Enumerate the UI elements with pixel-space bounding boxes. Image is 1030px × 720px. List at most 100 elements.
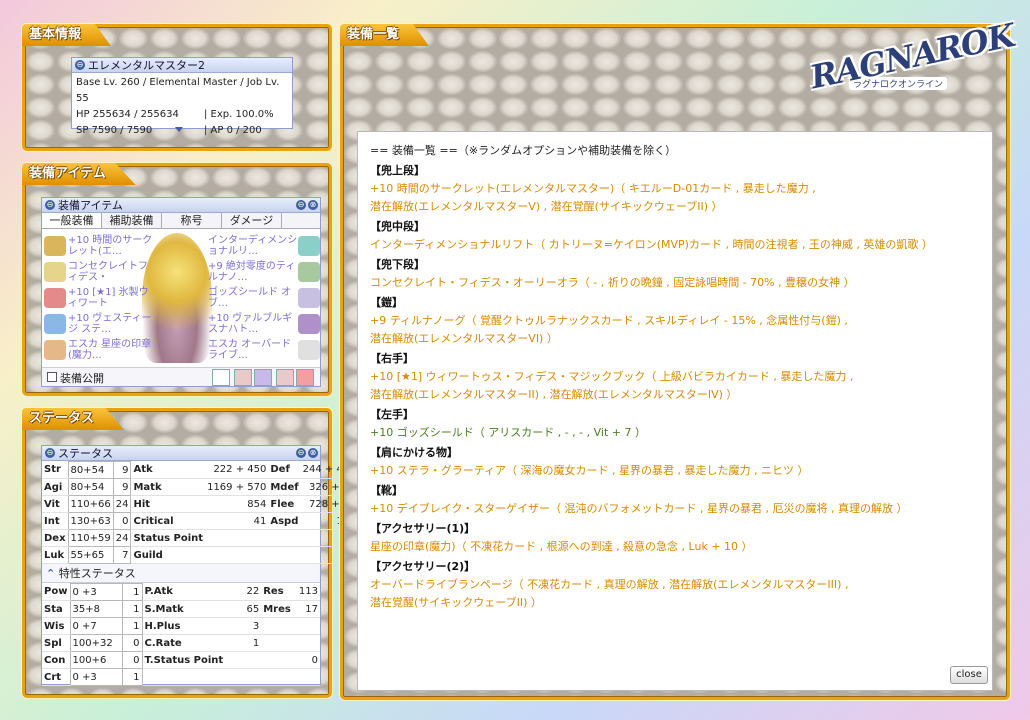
stat-value: 0 +7: [69, 617, 123, 635]
stat-bonus: 24: [112, 529, 132, 547]
stat-label: C.Rate: [142, 634, 226, 652]
equip-list-window: == 装備一覧 ==（※ランダムオプションや補助装備を除く） 【兜上段】 +10 …: [357, 131, 993, 691]
stat-value: 1169 + 570: [205, 478, 269, 496]
stat-bonus: 0: [112, 512, 132, 530]
minimize-icon[interactable]: ⊖: [45, 200, 55, 210]
stat-value: [293, 668, 320, 686]
minimize-icon[interactable]: ⊖: [75, 60, 85, 70]
equip-detail-line[interactable]: 星座の印章(魔力)（ 不凍花カード , 根源への到達 , 殺意の急念 , Luk…: [370, 538, 982, 556]
equip-detail-line[interactable]: +10 ゴッズシールド（ アリスカード , - , - , Vit + 7 ）: [370, 424, 982, 442]
minimize-icon[interactable]: ⊖: [296, 200, 306, 210]
minimize-icon[interactable]: ⊖: [296, 448, 306, 458]
equip-detail-line[interactable]: 潜在覚醒(サイキックウェーブII) ）: [370, 594, 982, 612]
stat-bonus: 1: [121, 583, 143, 601]
status-window-title: ステータス: [58, 447, 113, 460]
stat-label: Mres: [261, 600, 294, 618]
status-panel: ステータス ⊖ ステータス ⊖ ⊗ Str 80+54 9 Atk 222 + 450 Def…: [22, 408, 358, 698]
tab-title[interactable]: 称号: [162, 213, 222, 228]
tab-support-equip[interactable]: 補助装備: [102, 213, 162, 228]
equip-slot-head-mid[interactable]: インターディメンショナルリ…: [208, 233, 320, 259]
item-icon: [44, 262, 66, 282]
basic-info-window-bar[interactable]: ⊖ エレメンタルマスター2: [72, 58, 292, 73]
stat-value: 3: [225, 617, 262, 635]
equip-slot-accessory-1[interactable]: エスカ 星座の印章(魔力…: [44, 337, 154, 363]
item-icon: [298, 288, 320, 308]
stat-value: [293, 634, 320, 652]
equip-item-panel: 装備アイテム ⊖ 装備アイテム ⊖ ⊗ 一般装備 補助装備 称号 ダメージ +10 時間の…: [22, 163, 332, 396]
equip-detail-line[interactable]: +10 デイブレイク・スターゲイザー（ 混沌のバフォメットカード , 星界の暴君…: [370, 500, 982, 518]
equip-slot-armor[interactable]: +9 絶対零度のティルナノ…: [208, 259, 320, 285]
stat-name: Int: [42, 512, 69, 530]
equip-slot-weapon[interactable]: +10 [★1] 氷製ウィワート: [44, 285, 154, 311]
equip-slot-heading: 【兜中段】: [370, 220, 425, 233]
equip-detail-line[interactable]: +10 ステラ・グラーティア（ 深海の魔女カード , 星界の暴君 , 暴走した魔…: [370, 462, 982, 480]
stat-name: Wis: [42, 617, 70, 635]
stat-value: [225, 651, 262, 669]
stat-name: Sta: [42, 600, 70, 618]
basic-info-window: ⊖ エレメンタルマスター2 Base Lv. 260 / Elemental Ma…: [71, 57, 293, 136]
stat-name: Luk: [42, 546, 69, 564]
effect-icon[interactable]: [296, 369, 314, 386]
basic-info-title: 基本情報: [22, 24, 112, 46]
exp-text: | Exp. 100.0%: [204, 109, 274, 120]
close-button[interactable]: close: [950, 666, 988, 684]
equip-slot-heading: 【アクセサリー(1)】: [370, 522, 476, 535]
stat-bonus: 0: [121, 634, 143, 652]
stat-bonus: 9: [112, 461, 132, 479]
stat-label: Def: [268, 461, 301, 479]
equip-slot-shoes[interactable]: +10 ヴァルブルギスナハト…: [208, 311, 320, 337]
item-icon: [298, 236, 320, 256]
equip-detail-line[interactable]: オーバードライブランページ（ 不凍花カード , 真理の解放 , 潜在解放(エレメ…: [370, 576, 982, 594]
tab-general-equip[interactable]: 一般装備: [42, 213, 102, 228]
stat-name: Dex: [42, 529, 69, 547]
equip-list-title: 装備一覧: [340, 24, 430, 46]
stat-label: [268, 546, 301, 564]
preview-icon[interactable]: [276, 369, 294, 386]
stat-row: Pow 0 +3 1 P.Atk 22 Res 113: [42, 583, 320, 601]
equip-slot-accessory-2[interactable]: エスカ オーバードライブ…: [208, 337, 320, 363]
equip-slot-head-low[interactable]: コンセクレイトフィデス・: [44, 259, 154, 285]
expand-trait-icon[interactable]: ⌃: [46, 567, 55, 580]
equip-detail-line[interactable]: インターディメンショナルリフト（ カトリーヌ=ケイロン(MVP)カード , 時間…: [370, 236, 982, 254]
equip-detail-line[interactable]: 潜在解放(エレメンタルマスターV) , 潜在覚醒(サイキックウェーブII) ）: [370, 198, 982, 216]
item-icon: [298, 340, 320, 360]
stat-value: 80+54: [67, 478, 114, 496]
equip-public-checkbox[interactable]: [47, 372, 57, 382]
item-icon: [44, 236, 66, 256]
equip-slot-head-top[interactable]: +10 時間のサークレット(エ…: [44, 233, 154, 259]
equip-detail-line[interactable]: +9 ティルナノーグ（ 覚醒クトゥルラナックスカード , スキルディレイ - 1…: [370, 312, 982, 330]
stat-bonus: 0: [121, 651, 143, 669]
expand-arrow-icon[interactable]: [175, 127, 183, 132]
equip-detail-line[interactable]: +10 [★1] ウィワートゥス・フィデス・マジックブック（ 上級バビラカイカー…: [370, 368, 982, 386]
equip-detail-line[interactable]: +10 時間のサークレット(エレメンタルマスター)（ キエルーD-01カード ,…: [370, 180, 982, 198]
sp-text: SP 7590 / 7590: [76, 125, 153, 136]
rotate-icon[interactable]: [254, 369, 272, 386]
item-icon: [44, 340, 66, 360]
stat-name: Str: [42, 461, 69, 479]
memo-icon[interactable]: [212, 369, 230, 386]
equip-slot-shield[interactable]: ゴッズシールド オブ…: [208, 285, 320, 311]
close-icon[interactable]: ⊗: [308, 448, 318, 458]
minimize-icon[interactable]: ⊖: [45, 448, 55, 458]
close-icon[interactable]: ⊗: [308, 200, 318, 210]
stat-row: Con 100+6 0 T.Status Point 0: [42, 651, 320, 669]
equip-item-window-bar[interactable]: ⊖ 装備アイテム ⊖ ⊗: [42, 198, 320, 213]
status-window-bar[interactable]: ⊖ ステータス ⊖ ⊗: [42, 446, 320, 461]
equip-slot-garment[interactable]: +10 ヴェスティージ ステ…: [44, 311, 154, 337]
equip-detail-line[interactable]: コンセクレイト・フィデス・オーリーオラ（ - , 祈りの晩鐘 , 固定詠唱時間 …: [370, 274, 982, 292]
equip-public-label: 装備公開: [60, 372, 104, 385]
stat-label: [261, 651, 294, 669]
costume-icon[interactable]: [234, 369, 252, 386]
stat-row: Dex110+5924Status Point4: [42, 529, 358, 547]
tab-damage[interactable]: ダメージ: [222, 213, 282, 228]
stat-row: Vit 110+66 24 Hit 854 Flee 728 + 13: [42, 495, 358, 513]
equip-detail-line[interactable]: 潜在解放(エレメンタルマスターVI) ）: [370, 330, 982, 348]
stat-label: Critical: [130, 512, 206, 530]
stat-bonus: 1: [121, 600, 143, 618]
stat-label: Matk: [130, 478, 206, 496]
ap-text: | AP 0 / 200: [204, 125, 262, 136]
status-window: ⊖ ステータス ⊖ ⊗ Str 80+54 9 Atk 222 + 450 Def 244 + …: [41, 445, 358, 686]
equip-item-title: 装備アイテム: [22, 163, 136, 185]
equip-detail-line[interactable]: 潜在解放(エレメンタルマスターII) , 潜在解放(エレメンタルマスターIV) …: [370, 386, 982, 404]
stat-row: Luk 55+65 7 Guild: [42, 546, 358, 564]
